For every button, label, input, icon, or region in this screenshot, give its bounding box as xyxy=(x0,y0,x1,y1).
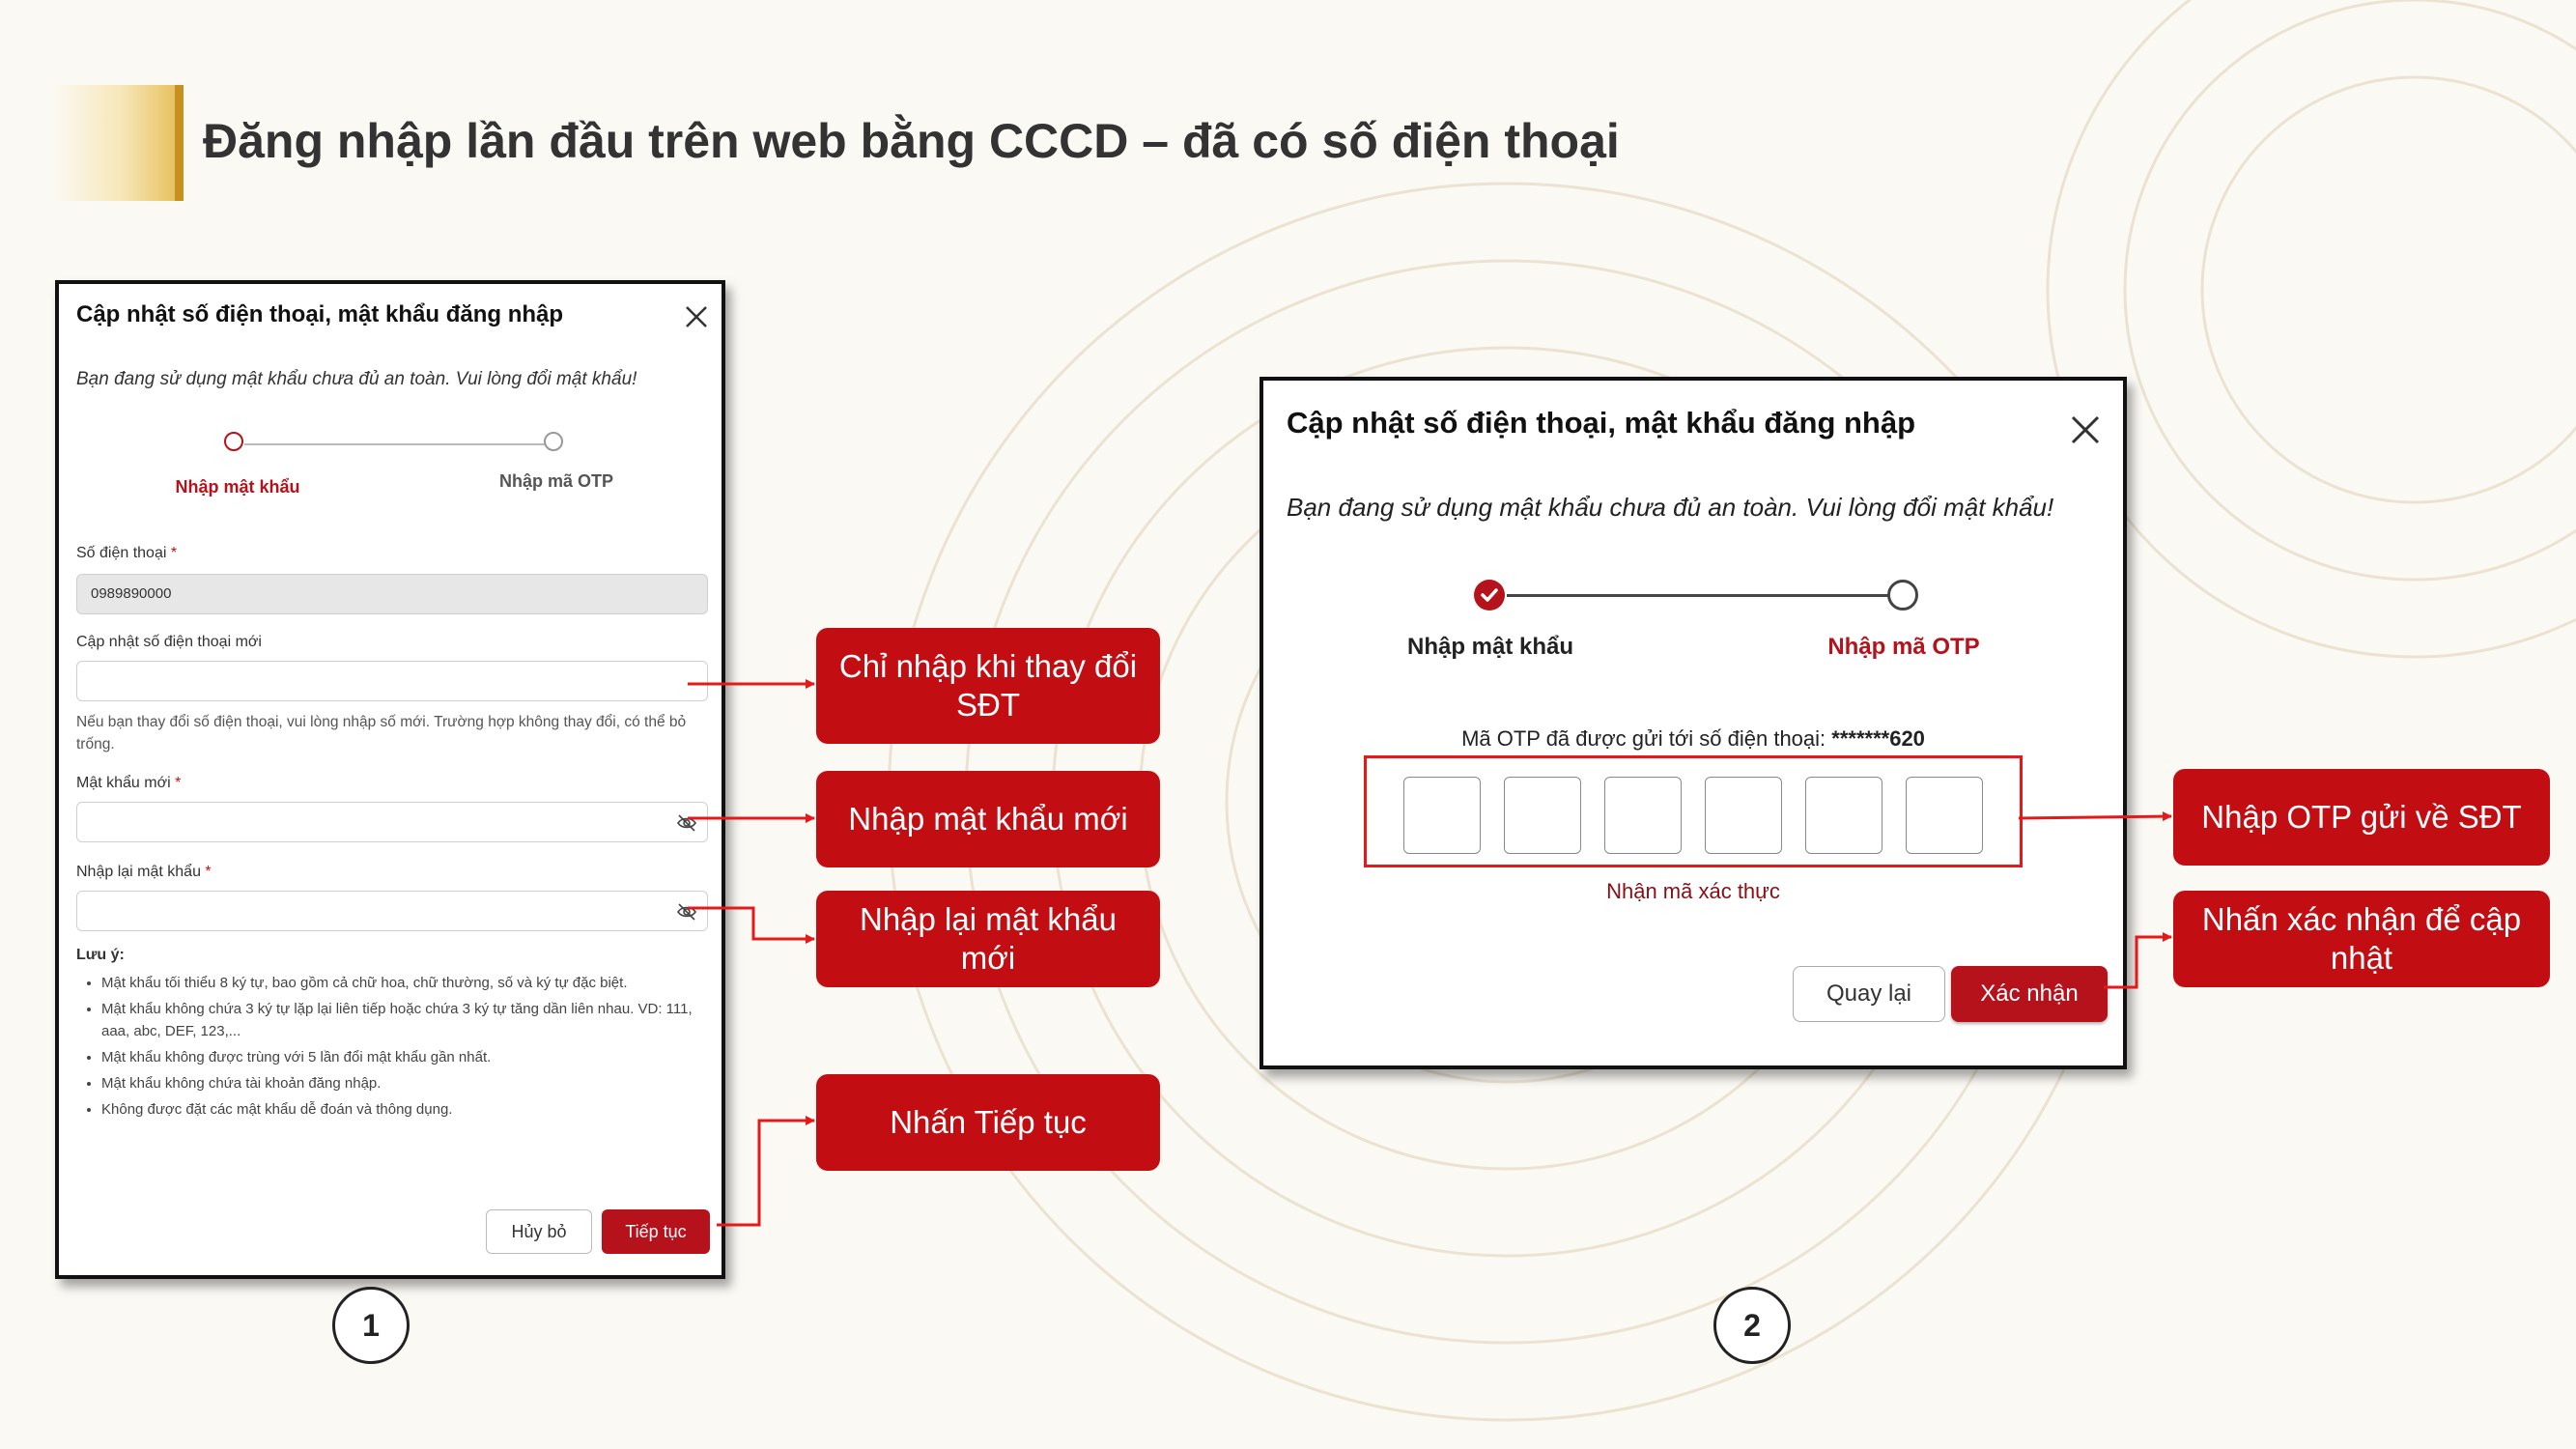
otp-digit-input[interactable] xyxy=(1504,777,1581,854)
callout-confirm: Nhấn xác nhận để cập nhật xyxy=(2173,891,2550,987)
update-dialog-step2: Cập nhật số điện thoại, mật khẩu đăng nh… xyxy=(1260,377,2127,1069)
eye-off-icon[interactable] xyxy=(676,812,697,834)
rule-item: Không được đặt các mật khẩu dễ đoán và t… xyxy=(101,1098,720,1121)
step-otp-label: Nhập mã OTP xyxy=(1827,634,1980,660)
callout-continue: Nhấn Tiếp tục xyxy=(816,1074,1160,1171)
new-password-field[interactable] xyxy=(76,802,708,842)
step-otp-indicator xyxy=(1887,580,1918,611)
check-icon xyxy=(1481,588,1498,602)
step-number-1: 1 xyxy=(332,1287,410,1364)
continue-button[interactable]: Tiếp tục xyxy=(602,1209,710,1254)
security-warning: Bạn đang sử dụng mật khẩu chưa đủ an toà… xyxy=(1287,493,2054,522)
otp-digit-input[interactable] xyxy=(1906,777,1983,854)
new-phone-label: Cập nhật số điện thoại mới xyxy=(76,634,262,650)
step-otp-label: Nhập mã OTP xyxy=(498,471,614,491)
callout-otp: Nhập OTP gửi về SĐT xyxy=(2173,769,2550,866)
rule-item: Mật khẩu không chứa 3 ký tự lặp lại liên… xyxy=(101,998,720,1042)
new-phone-field[interactable] xyxy=(76,661,708,701)
rule-item: Mật khẩu không được trùng với 5 lần đổi … xyxy=(101,1046,720,1068)
otp-digit-input[interactable] xyxy=(1705,777,1782,854)
step-password-indicator xyxy=(224,432,243,451)
note-title: Lưu ý: xyxy=(76,947,125,963)
cancel-button[interactable]: Hủy bỏ xyxy=(486,1209,592,1254)
stepper-line xyxy=(244,443,553,445)
close-icon[interactable] xyxy=(2069,413,2102,446)
step-number-2: 2 xyxy=(1713,1287,1791,1364)
arrow-continue xyxy=(717,1116,815,1227)
rule-item: Mật khẩu tối thiểu 8 ký tự, bao gồm cả c… xyxy=(101,972,720,994)
title-accent-bar xyxy=(175,85,184,201)
otp-sent-message: Mã OTP đã được gửi tới số điện thoại: **… xyxy=(1461,726,1925,751)
new-password-label: Mật khẩu mới * xyxy=(76,775,182,791)
eye-off-icon[interactable] xyxy=(676,901,697,923)
stepper-line xyxy=(1507,594,1905,597)
phone-field: 0989890000 xyxy=(76,574,708,614)
close-icon[interactable] xyxy=(683,303,710,330)
callout-confirm-password: Nhập lại mật khẩu mới xyxy=(816,891,1160,987)
new-phone-hint: Nếu bạn thay đổi số điện thoại, vui lòng… xyxy=(76,714,687,753)
callout-new-phone: Chỉ nhập khi thay đổi SĐT xyxy=(816,628,1160,744)
dialog-title: Cập nhật số điện thoại, mật khẩu đăng nh… xyxy=(1287,406,1916,440)
security-warning: Bạn đang sử dụng mật khẩu chưa đủ an toà… xyxy=(76,369,637,389)
step-password-label: Nhập mật khẩu xyxy=(175,477,300,497)
back-button[interactable]: Quay lại xyxy=(1793,966,1945,1022)
password-rules: Mật khẩu tối thiểu 8 ký tự, bao gồm cả c… xyxy=(80,972,720,1124)
dialog-title: Cập nhật số điện thoại, mật khẩu đăng nh… xyxy=(76,301,564,327)
phone-label: Số điện thoại * xyxy=(76,545,178,561)
otp-digit-input[interactable] xyxy=(1403,777,1481,854)
confirm-password-label: Nhập lại mật khẩu * xyxy=(76,864,212,880)
title-decoration xyxy=(53,85,177,201)
step-password-label: Nhập mật khẩu xyxy=(1406,634,1574,660)
step-otp-indicator xyxy=(544,432,563,451)
callout-new-password: Nhập mật khẩu mới xyxy=(816,771,1160,867)
update-dialog-step1: Cập nhật số điện thoại, mật khẩu đăng nh… xyxy=(55,280,725,1279)
otp-digit-input[interactable] xyxy=(1604,777,1682,854)
page-title: Đăng nhập lần đầu trên web bằng CCCD – đ… xyxy=(203,114,1620,168)
masked-phone: *******620 xyxy=(1831,726,1925,751)
otp-digit-input[interactable] xyxy=(1805,777,1882,854)
rule-item: Mật khẩu không chứa tài khoản đăng nhập. xyxy=(101,1072,720,1094)
confirm-password-field[interactable] xyxy=(76,891,708,931)
step-password-done-indicator xyxy=(1474,580,1505,611)
confirm-button[interactable]: Xác nhận xyxy=(1951,966,2108,1022)
otp-label: Nhận mã xác thực xyxy=(1606,879,1780,903)
